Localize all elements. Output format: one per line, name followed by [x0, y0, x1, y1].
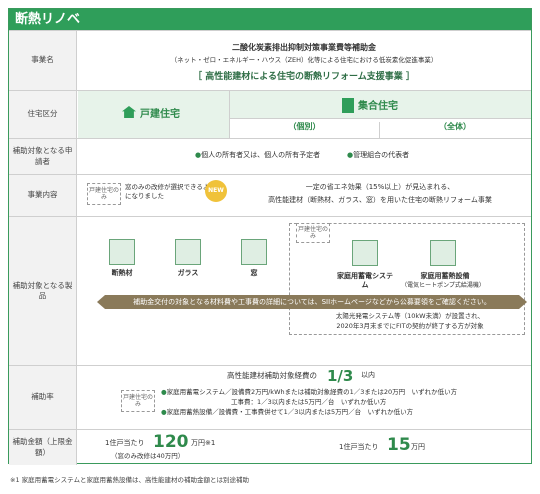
content-line2: 高性能建材（断熱材、ガラス、窓）を用いた住宅の断熱リフォーム事業	[268, 196, 492, 204]
detached-only-badge: 戸建住宅のみ	[121, 390, 155, 412]
row-label: 補助対象となる申請者	[9, 139, 77, 174]
product-storage: 家庭用蓄電システム	[337, 272, 393, 289]
row-category: 住宅区分 戸建住宅 集合住宅 （個別） （全体）	[9, 90, 531, 138]
row-business: 事業名 二酸化炭素排出抑制対策事業費等補助金 （ネット・ゼロ・エネルギー・ハウス…	[9, 30, 531, 90]
heat-pump-icon	[430, 240, 456, 266]
business-line1: 二酸化炭素排出抑制対策事業費等補助金	[232, 43, 376, 52]
window-icon	[241, 239, 267, 265]
rate-detail-2: 工事費：1／3以内または5万円／台 いずれか低い方	[231, 398, 387, 406]
applicant-item-1: ●個人の所有者又は、個人の所有予定者	[195, 151, 321, 159]
row-label: 住宅区分	[9, 91, 77, 138]
whole-label: （全体）	[439, 122, 471, 131]
business-line2: （ネット・ゼロ・エネルギー・ハウス（ZEH）化等による住宅における低炭素化促進事…	[170, 56, 438, 64]
insulation-icon	[109, 239, 135, 265]
product-insulation: 断熱材	[111, 269, 133, 277]
row-applicant: 補助対象となる申請者 ●個人の所有者又は、個人の所有予定者 ●管理組合の代表者	[9, 138, 531, 174]
detached-only-badge: 戸建住宅のみ	[87, 183, 121, 205]
product-window: 窓	[250, 269, 258, 277]
house-icon	[122, 106, 136, 118]
equipment-note-3: 2020年3月末までにFITの契約が終了する方が対象	[336, 322, 484, 330]
row-label: 事業名	[9, 31, 77, 90]
rate-fraction: 1/3	[327, 367, 354, 385]
limit-unit-2: 万円	[411, 443, 425, 451]
guideline-banner: 補助金交付の対象となる材料費や工事費の詳細については、SIIホームページなどから…	[97, 295, 527, 309]
detached-label: 戸建住宅	[140, 109, 180, 120]
limit-sub-1: （窓のみ改修は40万円）	[111, 452, 185, 460]
detached-cell: 戸建住宅	[78, 91, 230, 138]
collective-cell: 集合住宅	[230, 91, 531, 119]
row-limit: 補助金額（上限金額） 1住戸当たり 120 万円※1 （窓のみ改修は40万円） …	[9, 429, 531, 465]
storage-battery-icon	[352, 240, 378, 266]
row-content: 事業内容 戸建住宅のみ 窓のみの改修が選択できるようになりました NEW 一定の…	[9, 174, 531, 216]
household-equipment-box: 戸建住宅のみ 家庭用蓄電システム 家庭用蓄熱設備 （電気ヒートポンプ式給湯機） …	[289, 223, 525, 335]
limit-amount-1: 120	[153, 432, 189, 452]
business-line3: ［ 高性能建材による住宅の断熱リフォーム支援事業 ］	[193, 72, 415, 82]
limit-amount-2: 15	[387, 435, 411, 455]
limit-unit-1: 万円※1	[191, 439, 216, 447]
limit-prefix-1: 1住戸当たり	[105, 439, 145, 447]
new-badge: NEW	[205, 180, 227, 202]
product-glass: ガラス	[177, 269, 199, 277]
row-label: 事業内容	[9, 175, 77, 216]
rate-detail-3: ●家庭用蓄熱設備／設備費・工事費併せて1／3以内または5万円／台 いずれか低い方	[161, 408, 414, 416]
row-label: 補助金額（上限金額）	[9, 430, 77, 465]
row-label: 補助率	[9, 366, 77, 429]
product-heater: 家庭用蓄熱設備	[420, 272, 470, 280]
individual-label: （個別）	[230, 122, 380, 138]
renovation-table: 断熱リノベ 事業名 二酸化炭素排出抑制対策事業費等補助金 （ネット・ゼロ・エネル…	[8, 8, 532, 465]
product-heater-sub: （電気ヒートポンプ式給湯機）	[401, 282, 485, 289]
detached-only-badge: 戸建住宅のみ	[296, 223, 330, 243]
row-products: 補助対象となる製品 断熱材 ガラス 窓 戸建住宅のみ 家庭用蓄電システム 家庭用…	[9, 216, 531, 365]
table-title: 断熱リノベ	[9, 9, 531, 30]
collective-label: 集合住宅	[358, 101, 398, 112]
applicant-item-2: ●管理組合の代表者	[347, 151, 410, 159]
equipment-note-2: 太陽光発電システム等（10kW未満）が設置され、	[335, 312, 485, 320]
glass-icon	[175, 239, 201, 265]
footnote: ※1 家庭用蓄電システムと家庭用蓄熱設備は、高性能建材の補助金額とは別途補助	[10, 476, 249, 484]
rate-suffix: 以内	[361, 371, 375, 379]
apartment-icon	[342, 98, 354, 113]
content-line1: 一定の省エネ効果（15%以上）が見込まれる、	[305, 183, 455, 191]
rate-main: 高性能建材補助対象経費の	[227, 371, 317, 380]
limit-prefix-2: 1住戸当たり	[339, 443, 379, 451]
row-label: 補助対象となる製品	[9, 217, 77, 365]
rate-detail-1: ●家庭用蓄電システム／設備費2万円/kWhまたは補助対象経費の1／3または20万…	[161, 388, 458, 396]
row-rate: 補助率 高性能建材補助対象経費の 1/3 以内 戸建住宅のみ ●家庭用蓄電システ…	[9, 365, 531, 429]
